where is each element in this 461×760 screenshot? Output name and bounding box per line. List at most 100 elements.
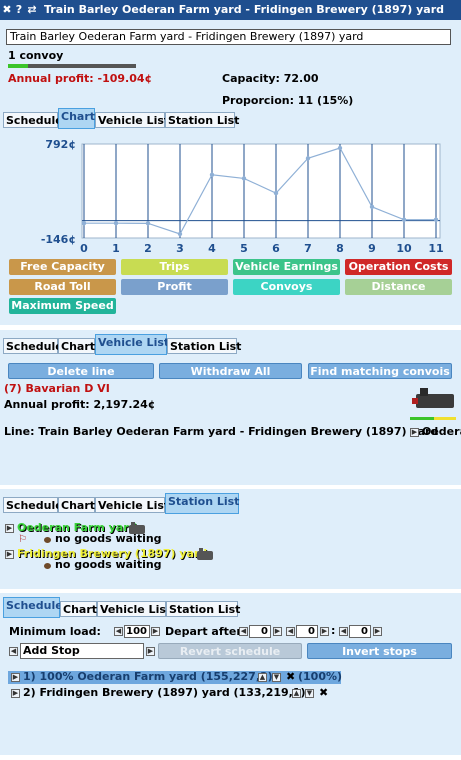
- close-icon[interactable]: ✖: [2, 2, 12, 17]
- legend-profit[interactable]: Profit: [121, 279, 228, 295]
- increase-arrow-icon[interactable]: ▶: [151, 627, 160, 636]
- passenger-icon: ⚐: [18, 534, 27, 545]
- move-up-arrow-icon[interactable]: ▲: [292, 689, 301, 698]
- proporcion: Proporcion: 11 (15%): [222, 94, 354, 107]
- increase-arrow-icon[interactable]: ▶: [320, 627, 329, 636]
- increase-arrow-icon[interactable]: ▶: [373, 627, 382, 636]
- add-stop-right-arrow-icon[interactable]: ▶: [146, 647, 155, 656]
- remove-stop-icon[interactable]: ✖: [286, 670, 295, 683]
- pin-icon[interactable]: ⇄: [27, 2, 37, 17]
- station-train-icon: [197, 548, 213, 560]
- tab-vehicle-list[interactable]: Vehicle List: [95, 112, 169, 128]
- tab-schedule[interactable]: Schedule: [3, 597, 63, 618]
- chart-panel: Train Barley Oederan Farm yard - Friding…: [0, 20, 461, 327]
- schedule-stop-label[interactable]: 2) Fridingen Brewery (1897) yard (133,21…: [23, 686, 306, 699]
- x-tick-label: 5: [240, 242, 248, 255]
- tab-station-list[interactable]: Station List: [167, 338, 241, 354]
- decrease-arrow-icon[interactable]: ◀: [239, 627, 248, 636]
- move-down-arrow-icon[interactable]: ▼: [305, 689, 314, 698]
- goto-station-arrow-icon[interactable]: ▶: [5, 550, 14, 559]
- add-stop-field[interactable]: Add Stop: [20, 643, 144, 659]
- legend-maximum-speed[interactable]: Maximum Speed: [9, 298, 116, 314]
- move-up-arrow-icon[interactable]: ▲: [258, 673, 267, 682]
- depart-minutes-input[interactable]: 0: [296, 625, 318, 638]
- schedule-stop-label[interactable]: 1) 100% Oederan Farm yard (155,227,3): [23, 670, 273, 683]
- x-tick-label: 7: [304, 242, 312, 255]
- station-list-panel: Schedule Chart Vehicle List Station List…: [0, 489, 461, 591]
- vehicle-annual-profit: Annual profit: 2,197.24¢: [4, 398, 156, 411]
- legend-road-toll[interactable]: Road Toll: [9, 279, 116, 295]
- help-icon[interactable]: ?: [14, 2, 24, 17]
- tab-schedule[interactable]: Schedule: [3, 497, 63, 513]
- decrease-arrow-icon[interactable]: ◀: [114, 627, 123, 636]
- legend-free-capacity[interactable]: Free Capacity: [9, 259, 116, 275]
- goto-station-arrow-icon[interactable]: ▶: [5, 524, 14, 533]
- tab-station-list[interactable]: Station List: [165, 493, 239, 514]
- depart-seconds-input[interactable]: 0: [349, 625, 371, 638]
- x-tick-label: 8: [336, 242, 344, 255]
- tab-schedule[interactable]: Schedule: [3, 112, 63, 128]
- tab-chart[interactable]: Chart: [60, 601, 97, 617]
- decrease-arrow-icon[interactable]: ◀: [286, 627, 295, 636]
- tab-vehicle-list[interactable]: Vehicle List: [95, 334, 169, 355]
- load-bar-fill: [8, 64, 28, 68]
- chart-point: [337, 145, 343, 151]
- vehicle-line-next-stop: Oedera: [422, 425, 461, 438]
- tab-chart[interactable]: Chart: [58, 108, 95, 129]
- stop-load-percent: (100%): [298, 670, 343, 683]
- tab-station-list[interactable]: Station List: [166, 601, 240, 617]
- withdraw-all-button[interactable]: Withdraw All: [159, 363, 302, 379]
- legend-trips[interactable]: Trips: [121, 259, 228, 275]
- move-down-arrow-icon[interactable]: ▼: [272, 673, 281, 682]
- increase-arrow-icon[interactable]: ▶: [273, 627, 282, 636]
- goto-stop-arrow-icon[interactable]: ▶: [11, 689, 20, 698]
- station-waiting: no goods waiting: [55, 532, 162, 545]
- tab-schedule[interactable]: Schedule: [3, 338, 63, 354]
- vehicle-name[interactable]: (7) Bavarian D VI: [4, 382, 110, 395]
- legend-convoys[interactable]: Convoys: [233, 279, 340, 295]
- delete-line-button[interactable]: Delete line: [8, 363, 154, 379]
- legend-vehicle-earnings[interactable]: Vehicle Earnings: [233, 259, 340, 275]
- x-tick-label: 3: [176, 242, 184, 255]
- chart-point: [433, 217, 439, 222]
- chart-point: [81, 220, 87, 226]
- load-bar: [8, 64, 136, 68]
- depart-hours-input[interactable]: 0: [249, 625, 271, 638]
- find-matching-convois-button[interactable]: Find matching convois: [308, 363, 452, 379]
- window-titlebar[interactable]: ✖ ? ⇄ Train Barley Oederan Farm yard - F…: [0, 0, 461, 20]
- vehicle-line: Line: Train Barley Oederan Farm yard - F…: [4, 425, 439, 438]
- tab-chart[interactable]: Chart: [58, 338, 95, 354]
- invert-stops-button[interactable]: Invert stops: [307, 643, 452, 659]
- decrease-arrow-icon[interactable]: ◀: [339, 627, 348, 636]
- minimum-load-label: Minimum load:: [9, 625, 101, 638]
- tab-chart[interactable]: Chart: [58, 497, 95, 513]
- x-tick-label: 11: [428, 242, 443, 255]
- legend-operation-costs[interactable]: Operation Costs: [345, 259, 452, 275]
- legend-distance[interactable]: Distance: [345, 279, 452, 295]
- x-tick-label: 0: [80, 242, 88, 255]
- x-tick-label: 9: [368, 242, 376, 255]
- tab-station-list[interactable]: Station List: [165, 112, 239, 128]
- minimum-load-input[interactable]: 100: [124, 625, 150, 638]
- chart-point: [273, 190, 279, 196]
- chart-point: [241, 176, 247, 181]
- goto-line-arrow-icon[interactable]: ▶: [410, 428, 419, 437]
- vehicle-list-panel: Schedule Chart Vehicle List Station List…: [0, 330, 461, 487]
- chart-point: [113, 220, 119, 226]
- line-name-input[interactable]: Train Barley Oederan Farm yard - Friding…: [6, 29, 451, 45]
- revert-schedule-button[interactable]: Revert schedule: [158, 643, 302, 659]
- add-stop-left-arrow-icon[interactable]: ◀: [9, 647, 18, 656]
- time-separator: :: [331, 624, 336, 637]
- schedule-panel: Schedule Chart Vehicle List Station List…: [0, 593, 461, 755]
- y-tick-label-min: -146¢: [41, 233, 76, 246]
- chart-point: [177, 231, 183, 237]
- remove-stop-icon[interactable]: ✖: [319, 686, 328, 699]
- tab-vehicle-list[interactable]: Vehicle List: [95, 497, 169, 513]
- chart-plot-area: [81, 143, 441, 239]
- goto-stop-arrow-icon[interactable]: ▶: [11, 673, 20, 682]
- locomotive-icon[interactable]: [412, 386, 456, 412]
- x-tick-label: 4: [208, 242, 216, 255]
- depart-after-label: Depart after: [165, 625, 242, 638]
- annual-profit: Annual profit: -109.04¢: [8, 72, 153, 85]
- tab-vehicle-list[interactable]: Vehicle List: [97, 601, 171, 617]
